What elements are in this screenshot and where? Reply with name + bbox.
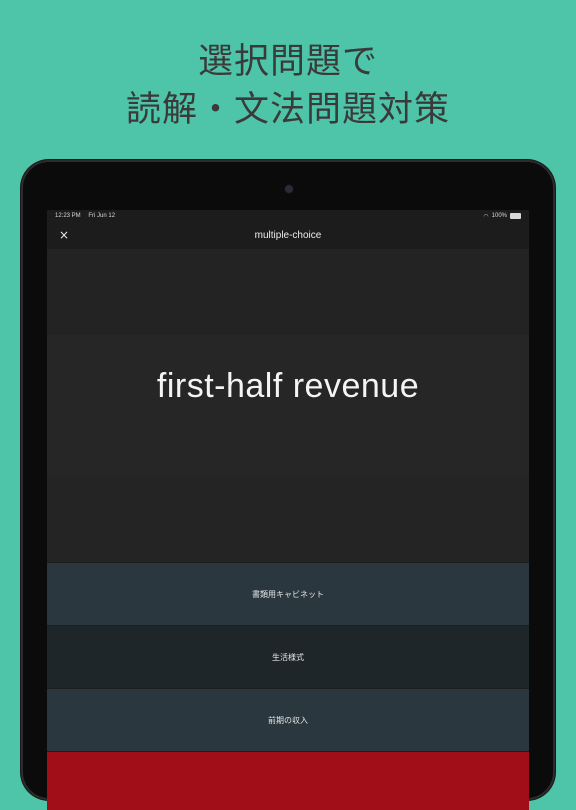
promo-headline: 選択問題で 読解・文法問題対策 [0,38,576,134]
battery-icon [510,213,521,219]
choice-button-3[interactable]: 前期の収入 [47,688,529,751]
question-term: first-half revenue [156,367,420,405]
choice-button-2[interactable]: 生活様式 [47,625,529,688]
choice-label-3: 前期の収入 [268,715,308,725]
status-time: 12:23 PM [55,213,81,219]
promo-line-1: 選択問題で [197,42,378,82]
nav-bar: × multiple-choice [47,222,529,249]
wifi-icon: ◠ [483,213,489,220]
status-left: 12:23 PM Fri Jun 12 [55,213,121,219]
camera-icon [285,185,293,193]
choice-button-1[interactable]: 書類用キャビネット [47,562,529,625]
choice-button-4[interactable] [47,751,529,810]
battery-percent: 100% [491,213,507,219]
status-bar: 12:23 PM Fri Jun 12 ◠ 100% [47,210,529,222]
card-band-top [47,249,529,335]
status-right: ◠ 100% [483,213,521,220]
card-band-bottom [47,477,529,562]
tablet-frame: 12:23 PM Fri Jun 12 ◠ 100% × multiple-ch… [21,160,555,810]
promo-line-2: 読解・文法問題対策 [125,90,450,130]
close-icon[interactable]: × [56,227,72,243]
card-band-middle [47,335,529,477]
question-card: first-half revenue [47,249,529,562]
nav-title: multiple-choice [254,230,322,241]
choice-label-2: 生活様式 [272,652,304,662]
choice-label-1: 書類用キャビネット [252,589,324,599]
status-date: Fri Jun 12 [88,213,116,219]
app-screen: 12:23 PM Fri Jun 12 ◠ 100% × multiple-ch… [47,210,529,810]
